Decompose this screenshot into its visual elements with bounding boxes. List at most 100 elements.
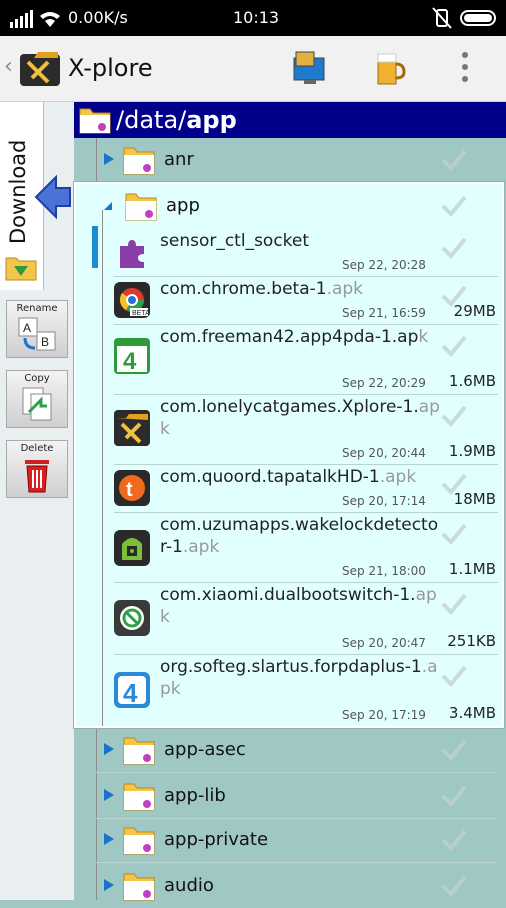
svg-text:BETA: BETA bbox=[132, 310, 150, 317]
delete-label: Delete bbox=[20, 443, 54, 454]
dual-pane-icon[interactable] bbox=[290, 48, 330, 88]
checkmark-icon[interactable] bbox=[440, 148, 468, 172]
divider bbox=[96, 862, 496, 863]
dualboot-icon bbox=[114, 600, 150, 636]
expand-arrow-icon[interactable] bbox=[104, 833, 114, 845]
list-item[interactable]: com.xiaomi.dualbootswitch-1.apk Sep 20, … bbox=[76, 582, 502, 654]
file-name-base: com.lonelycatgames.Xplore-1. bbox=[160, 397, 419, 417]
file-name-base: org.softeg.slartus.forpdaplus-1 bbox=[160, 657, 422, 677]
list-item[interactable]: t com.quoord.tapatalkHD-1.apk Sep 20, 17… bbox=[76, 464, 502, 512]
file-name: com.chrome.beta-1.apk bbox=[160, 278, 442, 300]
file-date: Sep 20, 17:19 bbox=[342, 708, 426, 722]
overflow-menu-icon[interactable] bbox=[460, 52, 470, 86]
rename-button[interactable]: Rename A B bbox=[6, 300, 68, 358]
checkmark-icon[interactable] bbox=[440, 236, 468, 260]
expanded-folder-app: app sensor_ctl_socket Sep 22, 20:28 BETA… bbox=[74, 182, 504, 728]
file-ext: k bbox=[418, 327, 429, 347]
checkmark-icon[interactable] bbox=[440, 874, 468, 898]
file-name-base: com.xiaomi.dualbootswitch-1. bbox=[160, 585, 416, 605]
svg-text:A: A bbox=[23, 321, 31, 335]
expand-arrow-icon[interactable] bbox=[104, 789, 114, 801]
path-bar[interactable]: /data/app bbox=[74, 102, 506, 138]
checkmark-icon[interactable] bbox=[440, 828, 468, 852]
list-item[interactable]: sensor_ctl_socket Sep 22, 20:28 bbox=[76, 228, 502, 276]
pane-arrow-icon[interactable] bbox=[34, 174, 72, 220]
list-item[interactable]: 4 org.softeg.slartus.forpdaplus-1.apk Se… bbox=[76, 654, 502, 726]
file-ext: .apk bbox=[182, 537, 220, 557]
checkmark-icon[interactable] bbox=[440, 334, 468, 358]
folder-name: anr bbox=[164, 149, 194, 170]
checkmark-icon[interactable] bbox=[440, 472, 468, 496]
file-name-base: com.quoord.tapatalkHD-1 bbox=[160, 467, 380, 487]
folder-icon bbox=[125, 193, 157, 221]
expand-arrow-icon[interactable] bbox=[104, 743, 114, 755]
list-item[interactable]: 4 com.freeman42.app4pda-1.apk Sep 22, 20… bbox=[76, 324, 502, 394]
xplore-logo-icon bbox=[20, 52, 60, 86]
back-chevron-icon[interactable]: ‹ bbox=[4, 54, 13, 79]
folder-row-app-asec[interactable]: app-asec bbox=[74, 728, 506, 772]
copy-button[interactable]: Copy bbox=[6, 370, 68, 428]
collapse-arrow-icon[interactable] bbox=[104, 202, 112, 210]
folder-icon bbox=[123, 873, 155, 901]
checkmark-icon[interactable] bbox=[440, 522, 468, 546]
file-size: 3.4MB bbox=[448, 704, 496, 722]
beer-icon[interactable] bbox=[370, 48, 410, 88]
chrome-beta-icon: BETA bbox=[114, 282, 150, 318]
file-date: Sep 22, 20:29 bbox=[342, 376, 426, 390]
clock: 10:13 bbox=[233, 8, 280, 27]
folder-row-anr[interactable]: anr bbox=[74, 138, 506, 182]
divider bbox=[96, 772, 496, 773]
folder-row-app-private[interactable]: app-private bbox=[74, 818, 506, 862]
svg-text:4: 4 bbox=[123, 678, 138, 708]
file-size: 1.9MB bbox=[448, 442, 496, 460]
checkmark-icon[interactable] bbox=[440, 404, 468, 428]
file-date: Sep 20, 20:47 bbox=[342, 636, 426, 650]
expand-arrow-icon[interactable] bbox=[104, 153, 114, 165]
network-speed: 0.00K/s bbox=[68, 8, 128, 27]
tapatalk-icon: t bbox=[114, 470, 150, 506]
file-date: Sep 22, 20:28 bbox=[342, 258, 426, 272]
checkmark-icon[interactable] bbox=[440, 784, 468, 808]
svg-text:4: 4 bbox=[123, 348, 137, 374]
file-name: com.lonelycatgames.Xplore-1.apk bbox=[160, 396, 442, 440]
checkmark-icon[interactable] bbox=[440, 738, 468, 762]
file-name-base: com.freeman42.app4pda-1.ap bbox=[160, 327, 419, 347]
svg-text:t: t bbox=[126, 479, 133, 501]
folder-name: app bbox=[166, 195, 200, 216]
vibrate-icon bbox=[432, 7, 452, 29]
file-name: org.softeg.slartus.forpdaplus-1.apk bbox=[160, 656, 442, 700]
expand-arrow-icon[interactable] bbox=[104, 879, 114, 891]
file-name: com.uzumapps.wakelockdetector-1.apk bbox=[160, 514, 442, 558]
delete-button[interactable]: Delete bbox=[6, 440, 68, 498]
signal-icon bbox=[10, 10, 60, 28]
checkmark-icon[interactable] bbox=[440, 194, 468, 218]
checkmark-icon[interactable] bbox=[440, 592, 468, 616]
list-item[interactable]: com.uzumapps.wakelockdetector-1.apk Sep … bbox=[76, 512, 502, 582]
file-ext: .apk bbox=[379, 467, 417, 487]
folder-icon bbox=[123, 783, 155, 811]
folder-row-audio[interactable]: audio bbox=[74, 864, 506, 908]
xplore-icon bbox=[114, 410, 150, 446]
trash-icon bbox=[25, 460, 49, 493]
copy-icon bbox=[22, 387, 52, 421]
file-size: 1.6MB bbox=[448, 372, 496, 390]
download-folder-icon bbox=[5, 257, 37, 281]
checkmark-icon[interactable] bbox=[440, 664, 468, 688]
folder-name: app-private bbox=[164, 829, 269, 850]
left-panel: Download Rename A B Copy Delete bbox=[0, 102, 74, 900]
list-item[interactable]: com.lonelycatgames.Xplore-1.apk Sep 20, … bbox=[76, 394, 502, 464]
checkmark-icon[interactable] bbox=[440, 284, 468, 308]
folder-icon bbox=[123, 737, 155, 765]
path-current: app bbox=[186, 106, 237, 134]
file-size: 251KB bbox=[447, 632, 496, 650]
download-tab-label: Download bbox=[6, 139, 30, 244]
file-name: sensor_ctl_socket bbox=[160, 230, 442, 252]
folder-icon bbox=[79, 108, 111, 134]
folder-row-app-lib[interactable]: app-lib bbox=[74, 774, 506, 818]
file-date: Sep 20, 17:14 bbox=[342, 494, 426, 508]
list-item[interactable]: BETA com.chrome.beta-1.apk Sep 21, 16:59… bbox=[76, 276, 502, 324]
folder-name: audio bbox=[164, 875, 214, 896]
app4pda-icon: 4 bbox=[114, 338, 150, 374]
folder-row-app[interactable]: app bbox=[76, 184, 502, 228]
folder-icon bbox=[123, 147, 155, 175]
